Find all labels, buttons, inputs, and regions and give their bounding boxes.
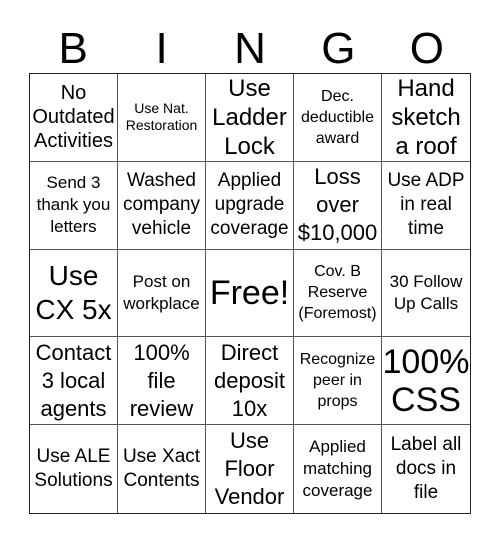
- bingo-cell[interactable]: Cov. B Reserve (Foremost): [294, 249, 382, 338]
- bingo-cell[interactable]: Use Floor Vendor: [206, 425, 294, 513]
- bingo-cell[interactable]: Applied matching coverage: [294, 425, 382, 513]
- bingo-cell[interactable]: Direct deposit 10x: [206, 337, 294, 426]
- bingo-cell[interactable]: Post on workplace: [118, 249, 206, 338]
- bingo-cell[interactable]: Dec. deductible award: [294, 74, 382, 162]
- bingo-header: B I N G O: [29, 26, 471, 72]
- bingo-cell[interactable]: Washed company vehicle: [118, 161, 206, 250]
- bingo-cell[interactable]: No Outdated Activities: [30, 74, 118, 162]
- bingo-cell[interactable]: 30 Follow Up Calls: [382, 250, 470, 338]
- header-letter-o: O: [409, 24, 444, 73]
- bingo-cell[interactable]: Recognize peer in props: [294, 337, 382, 426]
- bingo-cell[interactable]: Loss over $10,000: [294, 161, 382, 250]
- bingo-cell[interactable]: 100% file review: [118, 337, 206, 426]
- header-letter-g: G: [321, 24, 356, 73]
- bingo-cell[interactable]: Send 3 thank you letters: [30, 161, 118, 250]
- header-letter-b: B: [58, 24, 88, 73]
- header-letter-n: N: [234, 24, 266, 73]
- bingo-cell[interactable]: Use Xact Contents: [118, 425, 206, 513]
- bingo-cell[interactable]: Contact 3 local agents: [30, 337, 118, 426]
- free-space-cell[interactable]: Free!: [206, 249, 294, 338]
- bingo-cell[interactable]: Use Nat. Restoration: [118, 74, 206, 162]
- header-letter-i: I: [155, 24, 168, 73]
- bingo-cell[interactable]: Use ADP in real time: [382, 162, 470, 250]
- bingo-cell[interactable]: Use Ladder Lock: [206, 74, 294, 162]
- bingo-cell[interactable]: Use ALE Solutions: [30, 425, 118, 513]
- bingo-cell[interactable]: Hand sketch a roof: [382, 74, 470, 162]
- bingo-cell[interactable]: Use CX 5x: [30, 249, 118, 338]
- bingo-card-grid: No Outdated Activities Use Nat. Restorat…: [29, 73, 471, 514]
- bingo-cell[interactable]: Label all docs in file: [382, 425, 470, 513]
- bingo-cell[interactable]: 100% CSS: [382, 337, 470, 426]
- bingo-cell[interactable]: Applied upgrade coverage: [206, 161, 294, 250]
